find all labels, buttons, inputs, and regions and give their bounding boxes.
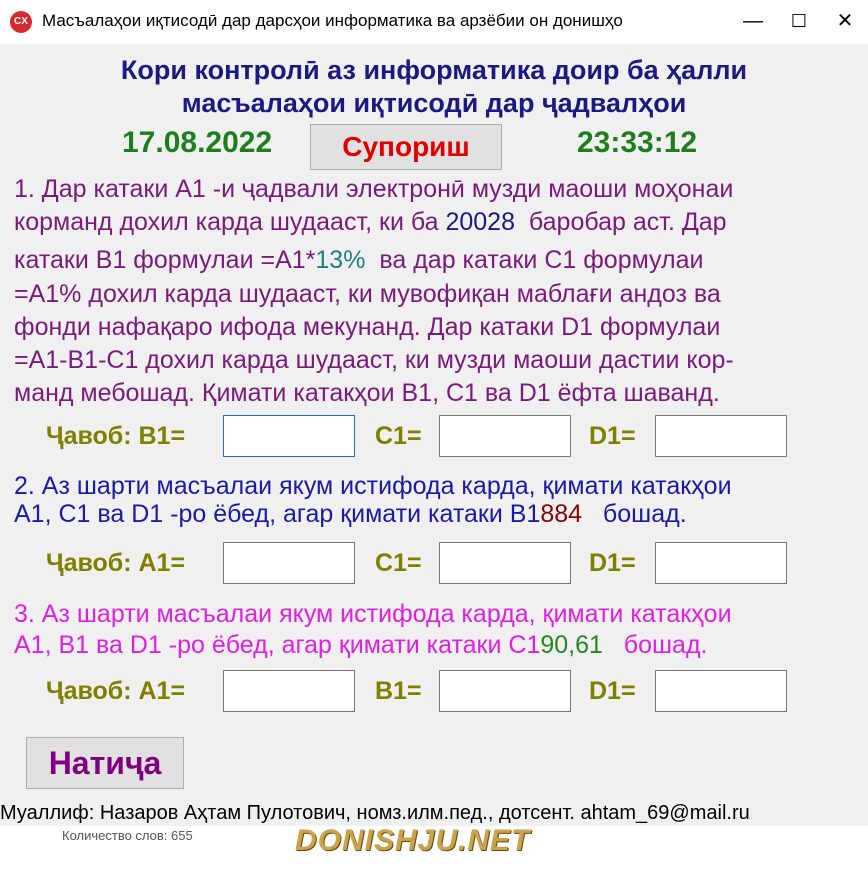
q2-b1-value: 884: [540, 500, 583, 528]
q1-line-7: манд мебошад. Қимати катакҳои B1, C1 ва …: [14, 379, 720, 407]
q1-line-1: 1. Дар катаки A1 -и ҷадвали электронӣ му…: [14, 175, 734, 203]
app-window: CX Масъалаҳои иқтисодӣ дар дарсҳои инфор…: [0, 0, 868, 870]
q1-line-2-end: баробар аст. Дар: [528, 208, 727, 236]
q2-d1-input[interactable]: [655, 542, 787, 584]
q3-line-1: 3. Аз шарти масъалаи якум истифода карда…: [14, 600, 732, 628]
q3-line-2-start: A1, B1 ва D1 -ро ёбед, агар қимати катак…: [14, 631, 541, 659]
q2-c1-label: C1=: [375, 549, 422, 577]
minimize-button[interactable]: —: [730, 0, 776, 44]
q3-line-2: A1, B1 ва D1 -ро ёбед, агар қимати катак…: [14, 631, 707, 660]
q1-salary-value: 20028: [445, 208, 515, 236]
task-button[interactable]: Супориш: [310, 124, 502, 170]
q2-c1-input[interactable]: [439, 542, 571, 584]
q3-b1-label: B1=: [375, 677, 422, 705]
q3-b1-input[interactable]: [439, 670, 571, 712]
word-count: Количество слов: 655: [62, 828, 193, 843]
q3-a1-input[interactable]: [223, 670, 355, 712]
app-icon: CX: [10, 11, 32, 33]
date-display: 17.08.2022: [122, 126, 273, 159]
q3-answer-label: Ҷавоб: A1=: [46, 677, 186, 705]
q3-d1-label: D1=: [589, 677, 636, 705]
title-bar: CX Масъалаҳои иқтисодӣ дар дарсҳои инфор…: [0, 0, 868, 44]
q1-answer-label: Ҷавоб: B1=: [46, 422, 186, 450]
q2-line-2-start: A1, C1 ва D1 -ро ёбед, агар қимати катак…: [14, 500, 541, 528]
q3-d1-input[interactable]: [655, 670, 787, 712]
q2-d1-label: D1=: [589, 549, 636, 577]
q2-answer-label: Ҷавоб: A1=: [46, 549, 186, 577]
q3-c1-value: 90,61: [540, 631, 603, 659]
q1-line-3: катаки B1 формулаи =A1*13% ва дар катаки…: [14, 246, 703, 275]
q1-line-3-end: ва дар катаки C1 формулаи: [379, 246, 704, 274]
q1-line-4: =A1% дохил карда шудааст, ки мувофиқан м…: [14, 280, 721, 308]
q1-d1-input[interactable]: [655, 415, 787, 457]
q1-c1-label: C1=: [375, 422, 422, 450]
maximize-button[interactable]: ☐: [776, 0, 822, 44]
heading-line-1: Кори контролӣ аз информатика доир ба ҳал…: [120, 55, 748, 85]
watermark-logo: DONISHJU.NET: [295, 824, 531, 857]
result-button[interactable]: Натиҷа: [26, 737, 184, 789]
time-display: 23:33:12: [577, 126, 698, 159]
author-line: Муаллиф: Назаров Аҳтам Пулотович, номз.и…: [0, 802, 750, 824]
q1-line-2: корманд дохил карда шудааст, ки ба 20028…: [14, 208, 727, 237]
close-button[interactable]: ✕: [822, 0, 868, 44]
q3-line-2-end: бошад.: [623, 631, 708, 659]
q1-b1-input[interactable]: [223, 415, 355, 457]
window-title: Масъалаҳои иқтисодӣ дар дарсҳои информат…: [42, 11, 623, 30]
q1-c1-input[interactable]: [439, 415, 571, 457]
q2-line-2: A1, C1 ва D1 -ро ёбед, агар қимати катак…: [14, 500, 687, 529]
q2-line-1: 2. Аз шарти масъалаи якум истифода карда…: [14, 472, 732, 500]
q2-line-2-end: бошад.: [602, 500, 687, 528]
q1-line-5: фонди нафақаро ифода мекунанд. Дар катак…: [14, 313, 721, 341]
q1-line-3-start: катаки B1 формулаи =A1*: [14, 246, 316, 274]
heading-line-2: масъалаҳои иқтисодӣ дар ҷадвалҳои: [181, 88, 687, 118]
q1-line-2-start: корманд дохил карда шудааст, ки ба: [14, 208, 439, 236]
q1-percent-value: 13%: [315, 246, 366, 274]
q1-line-6: =A1-B1-C1 дохил карда шудааст, ки музди …: [14, 346, 734, 374]
q1-d1-label: D1=: [589, 422, 636, 450]
q2-a1-input[interactable]: [223, 542, 355, 584]
